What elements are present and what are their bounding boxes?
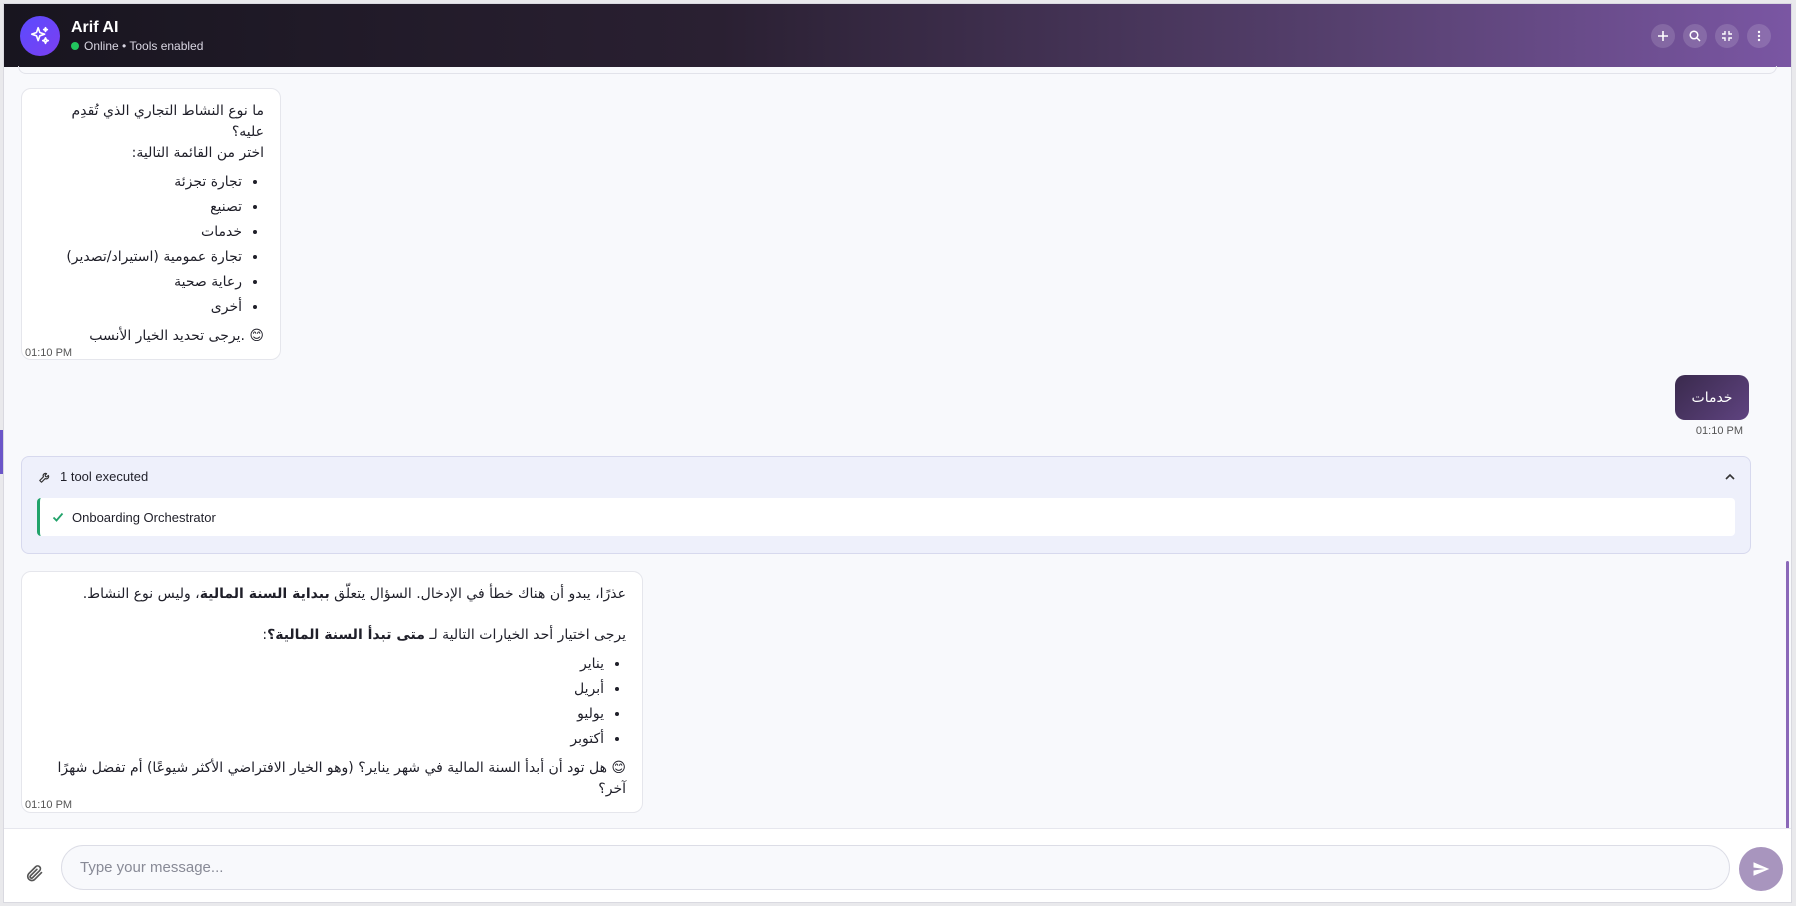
- message-timestamp: 01:10 PM: [1695, 425, 1743, 437]
- collapse-button[interactable]: [1724, 470, 1736, 488]
- online-indicator: [71, 42, 79, 50]
- options-list: تجارة تجزئة تصنيع خدمات تجارة عمومية (اس…: [38, 172, 264, 318]
- list-item: تجارة تجزئة: [38, 172, 242, 193]
- send-button[interactable]: [1739, 847, 1783, 891]
- message-line: يرجى اختيار أحد الخيارات التالية لـ متى …: [262, 627, 626, 643]
- message-line: عذرًا، يبدو أن هناك خطأ في الإدخال. السؤ…: [82, 586, 626, 602]
- options-list: يناير أبريل يوليو أكتوبر: [38, 654, 626, 750]
- sparkles-icon: [20, 15, 60, 56]
- chevron-up-icon: [1725, 473, 1735, 480]
- wrench-icon: [39, 472, 50, 483]
- scrollbar[interactable]: [1786, 561, 1789, 831]
- minimize-button[interactable]: [1715, 24, 1739, 48]
- list-item: تجارة عمومية (استيراد/تصدير): [38, 247, 242, 268]
- status-line: Online • Tools enabled: [71, 39, 203, 53]
- tools-panel: 1 tool executed Onboarding Orchestrator: [21, 456, 1751, 554]
- tools-summary[interactable]: 1 tool executed: [38, 469, 148, 484]
- tool-item: Onboarding Orchestrator: [37, 498, 1735, 536]
- status-text: Online • Tools enabled: [84, 39, 204, 53]
- app-title: Arif AI: [71, 19, 119, 36]
- message-closing: 😊 هل تود أن أبدأ السنة المالية في شهر ين…: [57, 760, 626, 797]
- message-closing: 😊 .يرجى تحديد الخيار الأنسب: [89, 328, 264, 344]
- previous-message-edge: [18, 66, 1777, 74]
- composer: [4, 828, 1791, 902]
- list-item: تصنيع: [38, 197, 242, 218]
- list-item: رعاية صحية: [38, 272, 242, 293]
- ai-message: عذرًا، يبدو أن هناك خطأ في الإدخال. السؤ…: [21, 571, 643, 813]
- user-message: خدمات: [1675, 375, 1749, 420]
- plus-icon: [1658, 31, 1668, 41]
- attach-button[interactable]: [24, 863, 44, 888]
- message-timestamp: 01:10 PM: [25, 347, 73, 359]
- chat-window: Arif AI Online • Tools enabled ما نوع ال…: [3, 3, 1792, 903]
- message-instruction: اختر من القائمة التالية:: [131, 145, 264, 161]
- chat-header: Arif AI Online • Tools enabled: [4, 4, 1791, 67]
- menu-button[interactable]: [1747, 24, 1771, 48]
- more-vertical-icon: [1757, 30, 1761, 42]
- check-icon: [52, 512, 64, 522]
- send-icon: [1753, 862, 1770, 876]
- tool-name: Onboarding Orchestrator: [72, 509, 216, 525]
- ai-message: ما نوع النشاط التجاري الذي تُقدِم عليه؟ …: [21, 88, 281, 360]
- list-item: خدمات: [38, 222, 242, 243]
- message-input[interactable]: [61, 845, 1730, 890]
- side-marker: [0, 430, 3, 474]
- paperclip-icon: [26, 865, 43, 882]
- message-timestamp: 01:10 PM: [25, 799, 73, 811]
- list-item: يناير: [38, 654, 604, 675]
- search-icon: [1689, 30, 1701, 42]
- new-chat-button[interactable]: [1651, 24, 1675, 48]
- list-item: يوليو: [38, 704, 604, 725]
- list-item: أخرى: [38, 297, 242, 318]
- tools-summary-text: 1 tool executed: [60, 469, 149, 484]
- list-item: أكتوبر: [38, 729, 604, 750]
- list-item: أبريل: [38, 679, 604, 700]
- search-button[interactable]: [1683, 24, 1707, 48]
- message-question: ما نوع النشاط التجاري الذي تُقدِم عليه؟: [71, 103, 264, 140]
- minimize-icon: [1722, 31, 1732, 41]
